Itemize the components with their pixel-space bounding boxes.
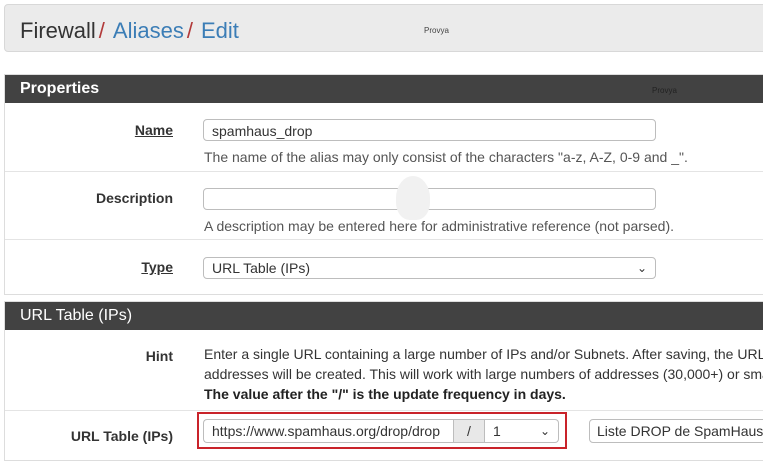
breadcrumb: Firewall / Aliases / Edit	[20, 18, 239, 44]
name-row: Name spamhaus_drop The name of the alias…	[5, 103, 763, 171]
hint-line-3: The value after the "/" is the update fr…	[204, 384, 763, 404]
chevron-down-icon: ⌄	[636, 261, 647, 275]
breadcrumb-bar: Firewall / Aliases / Edit	[4, 4, 763, 52]
properties-panel: Properties Provya Name spamhaus_drop The…	[4, 74, 763, 295]
url-table-title: URL Table (IPs)	[5, 302, 763, 330]
hint-text: Enter a single URL containing a large nu…	[204, 344, 763, 404]
hint-line-1: Enter a single URL containing a large nu…	[204, 346, 763, 362]
url-description-input[interactable]: Liste DROP de SpamHaus	[589, 419, 763, 443]
description-help: A description may be entered here for ad…	[204, 218, 675, 234]
breadcrumb-firewall[interactable]: Firewall	[20, 18, 96, 43]
highlight-box	[197, 412, 567, 449]
breadcrumb-edit[interactable]: Edit	[201, 18, 239, 43]
properties-title: Properties	[5, 75, 763, 103]
url-table-label: URL Table (IPs)	[70, 428, 173, 444]
name-help: The name of the alias may only consist o…	[204, 149, 688, 165]
hint-label: Hint	[145, 348, 173, 364]
watermark: Provya	[424, 26, 449, 35]
hint-line-2: addresses will be created. This will wor…	[204, 366, 763, 382]
type-select[interactable]: URL Table (IPs) ⌄	[203, 257, 656, 279]
type-row: Type URL Table (IPs) ⌄	[5, 239, 763, 296]
type-select-value: URL Table (IPs)	[212, 260, 311, 276]
watermark-logo-icon	[396, 176, 430, 220]
breadcrumb-separator: /	[98, 18, 105, 43]
breadcrumb-aliases[interactable]: Aliases	[113, 18, 184, 43]
type-label: Type	[141, 259, 173, 275]
breadcrumb-separator: /	[186, 18, 193, 43]
hint-line-3-bold: The value after the "/" is the update fr…	[204, 386, 566, 402]
name-label: Name	[134, 122, 173, 138]
name-field[interactable]: spamhaus_drop	[203, 119, 656, 141]
description-label: Description	[95, 190, 173, 206]
watermark: Provya	[652, 86, 677, 95]
hint-row: Hint Enter a single URL containing a lar…	[5, 330, 763, 410]
description-row: Description A description may be entered…	[5, 171, 763, 240]
